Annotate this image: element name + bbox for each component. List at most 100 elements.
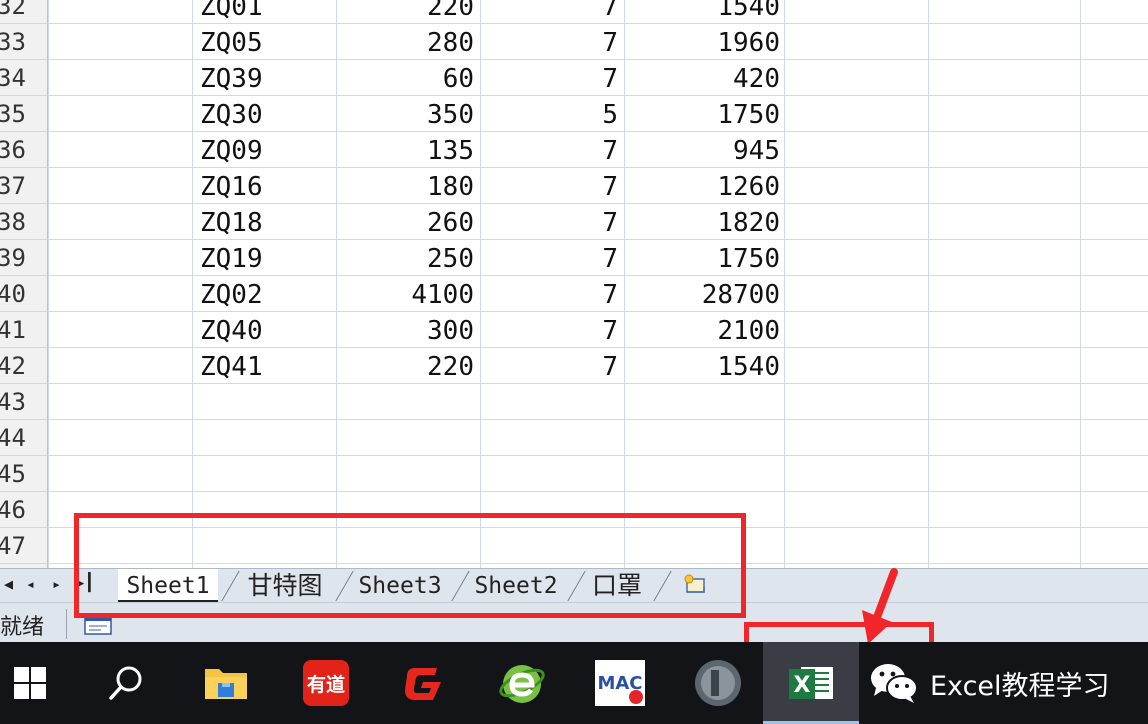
code-cell[interactable]: ZQ16 <box>200 168 263 204</box>
code-cell[interactable]: ZQ30 <box>200 96 263 132</box>
code-cell[interactable]: ZQ40 <box>200 312 263 348</box>
row-header[interactable]: 33 <box>0 24 48 60</box>
code-cell[interactable]: ZQ05 <box>200 24 263 60</box>
tab-sheet1[interactable]: Sheet1 <box>118 569 218 602</box>
days-cell[interactable] <box>482 420 618 456</box>
spreadsheet-grid[interactable]: 32ZQ012207154033ZQ052807196034ZQ39607420… <box>0 0 1148 568</box>
row-header[interactable]: 34 <box>0 60 48 96</box>
windows-start-button[interactable] <box>0 642 70 724</box>
days-cell[interactable] <box>482 456 618 492</box>
insert-sheet-icon[interactable] <box>682 573 708 595</box>
tab-sheet2[interactable]: Sheet2 <box>468 569 564 600</box>
code-cell[interactable]: ZQ19 <box>200 240 263 276</box>
total-cell[interactable]: 1540 <box>626 0 780 24</box>
days-cell[interactable] <box>482 492 618 528</box>
quantity-cell[interactable] <box>338 456 474 492</box>
total-cell[interactable]: 1960 <box>626 24 780 60</box>
row-header[interactable]: 32 <box>0 0 48 24</box>
code-cell[interactable]: ZQ39 <box>200 60 263 96</box>
row-header[interactable]: 35 <box>0 96 48 132</box>
wechat-button[interactable] <box>862 642 926 724</box>
quantity-cell[interactable]: 260 <box>338 204 474 240</box>
row-header[interactable]: 46 <box>0 492 48 528</box>
last-sheet-icon[interactable]: ▶┃ <box>74 573 94 593</box>
total-cell[interactable] <box>626 456 780 492</box>
total-cell[interactable] <box>626 384 780 420</box>
quantity-cell[interactable]: 250 <box>338 240 474 276</box>
code-cell[interactable]: ZQ01 <box>200 0 263 24</box>
code-cell[interactable]: ZQ09 <box>200 132 263 168</box>
row-header[interactable]: 44 <box>0 420 48 456</box>
quantity-cell[interactable]: 60 <box>338 60 474 96</box>
quantity-cell[interactable]: 220 <box>338 0 474 24</box>
total-cell[interactable]: 1260 <box>626 168 780 204</box>
quantity-cell[interactable]: 300 <box>338 312 474 348</box>
days-cell[interactable]: 7 <box>482 24 618 60</box>
first-sheet-icon[interactable]: ◀ <box>4 575 13 593</box>
row-header[interactable]: 38 <box>0 204 48 240</box>
quantity-cell[interactable] <box>338 492 474 528</box>
row-header[interactable]: 45 <box>0 456 48 492</box>
row-header[interactable]: 47 <box>0 528 48 564</box>
quantity-cell[interactable]: 280 <box>338 24 474 60</box>
tab-gantt[interactable]: 甘特图 <box>238 569 332 600</box>
days-cell[interactable]: 7 <box>482 60 618 96</box>
total-cell[interactable]: 1750 <box>626 96 780 132</box>
youdao-button[interactable]: 有道 <box>286 642 366 724</box>
total-cell[interactable]: 28700 <box>626 276 780 312</box>
row-header[interactable]: 40 <box>0 276 48 312</box>
code-cell[interactable]: ZQ41 <box>200 348 263 384</box>
total-cell[interactable]: 2100 <box>626 312 780 348</box>
round-app-button[interactable] <box>678 642 758 724</box>
row-header[interactable]: 39 <box>0 240 48 276</box>
quantity-cell[interactable]: 135 <box>338 132 474 168</box>
quantity-cell[interactable] <box>338 420 474 456</box>
search-icon <box>109 666 142 700</box>
tab-mask[interactable]: 口罩 <box>584 569 650 600</box>
mac-app-icon: MAC <box>595 660 645 706</box>
quantity-cell[interactable] <box>338 384 474 420</box>
days-cell[interactable]: 7 <box>482 0 618 24</box>
total-cell[interactable] <box>626 528 780 564</box>
code-cell[interactable]: ZQ18 <box>200 204 263 240</box>
row-header[interactable]: 42 <box>0 348 48 384</box>
code-cell[interactable]: ZQ02 <box>200 276 263 312</box>
days-cell[interactable]: 7 <box>482 132 618 168</box>
ie-browser-button[interactable] <box>482 642 562 724</box>
row-header[interactable]: 43 <box>0 384 48 420</box>
days-cell[interactable]: 5 <box>482 96 618 132</box>
total-cell[interactable]: 1820 <box>626 204 780 240</box>
quantity-cell[interactable]: 4100 <box>338 276 474 312</box>
total-cell[interactable] <box>626 492 780 528</box>
days-cell[interactable] <box>482 384 618 420</box>
row-header[interactable]: 37 <box>0 168 48 204</box>
search-button[interactable] <box>86 642 166 724</box>
quantity-cell[interactable] <box>338 528 474 564</box>
total-cell[interactable] <box>626 420 780 456</box>
days-cell[interactable]: 7 <box>482 312 618 348</box>
days-cell[interactable]: 7 <box>482 240 618 276</box>
days-cell[interactable]: 7 <box>482 204 618 240</box>
mac-app-button[interactable]: MAC <box>580 642 660 724</box>
total-cell[interactable]: 420 <box>626 60 780 96</box>
quantity-cell[interactable]: 220 <box>338 348 474 384</box>
quantity-cell[interactable]: 180 <box>338 168 474 204</box>
quantity-cell[interactable]: 350 <box>338 96 474 132</box>
excel-taskbar-button[interactable]: X <box>763 642 859 724</box>
total-cell[interactable]: 945 <box>626 132 780 168</box>
row-header[interactable]: 41 <box>0 312 48 348</box>
round-app-icon <box>695 660 741 706</box>
row-header[interactable]: 36 <box>0 132 48 168</box>
macro-record-icon[interactable] <box>84 615 112 635</box>
tab-sheet3[interactable]: Sheet3 <box>352 569 448 600</box>
next-sheet-icon[interactable]: ▸ <box>52 575 61 593</box>
prev-sheet-icon[interactable]: ◂ <box>26 575 35 593</box>
total-cell[interactable]: 1540 <box>626 348 780 384</box>
days-cell[interactable] <box>482 528 618 564</box>
days-cell[interactable]: 7 <box>482 276 618 312</box>
days-cell[interactable]: 7 <box>482 168 618 204</box>
file-explorer-button[interactable] <box>186 642 266 724</box>
red-g-button[interactable] <box>384 642 464 724</box>
total-cell[interactable]: 1750 <box>626 240 780 276</box>
days-cell[interactable]: 7 <box>482 348 618 384</box>
